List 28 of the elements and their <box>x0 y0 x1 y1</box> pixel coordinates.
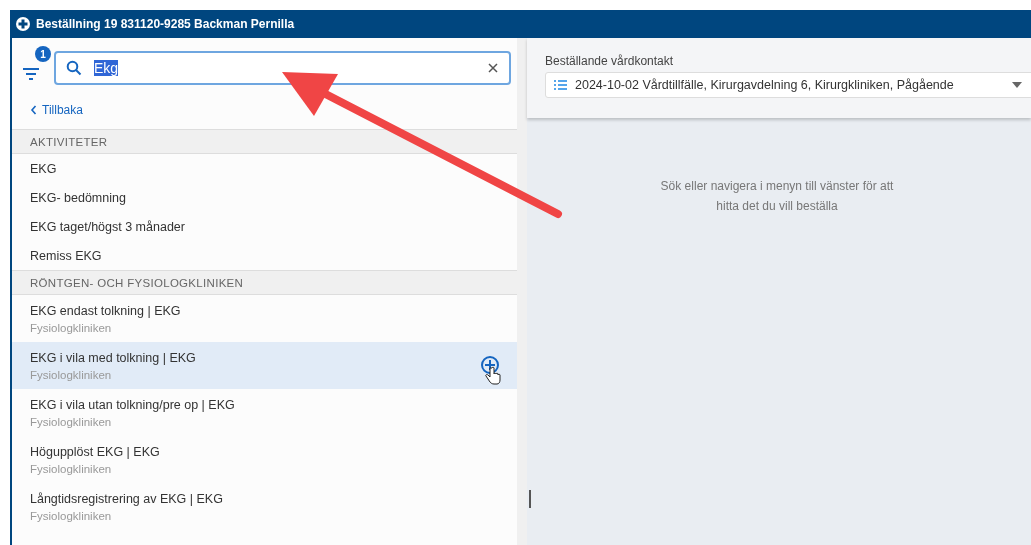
search-field[interactable]: Ekg <box>54 51 511 85</box>
list-item[interactable]: Högupplöst EKG | EKG Fysiologkliniken <box>12 436 517 483</box>
list-item[interactable]: EKG <box>12 154 517 183</box>
filter-count-badge: 1 <box>35 46 51 62</box>
chevron-left-icon <box>30 105 37 115</box>
scrollbar-track[interactable] <box>517 38 527 545</box>
filter-icon <box>22 67 40 81</box>
search-value: Ekg <box>94 60 119 76</box>
resize-handle[interactable] <box>529 490 531 508</box>
back-link[interactable]: Tillbaka <box>12 85 517 121</box>
clear-icon[interactable] <box>487 62 499 74</box>
list-item[interactable]: EKG i vila utan tolkning/pre op | EKG Fysiologkliniken <box>12 389 517 436</box>
empty-state-message: Sök eller navigera i menyn till vänster för att hitta det du vill beställa <box>659 178 895 215</box>
list-item[interactable]: Långtidsregistrering av EKG | EKG Fysiologkliniken <box>12 483 517 530</box>
plus-circle-icon <box>16 17 30 31</box>
caret-icon <box>1012 82 1022 88</box>
window-title: Beställning 19 831120-9285 Backman Pernilla <box>36 17 295 31</box>
section-header: RÖNTGEN- OCH FYSIOLOGKLINIKEN <box>12 270 517 295</box>
care-contact-dropdown[interactable]: 2024-10-02 Vårdtillfälle, Kirurgavdelning 6, Kirurgkliniken, Pågående <box>545 72 1031 98</box>
section-header: AKTIVITETER <box>12 129 517 154</box>
list-item[interactable]: Remiss EKG <box>12 241 517 270</box>
list-item[interactable]: EKG i vila med tolkning | EKG Fysiologkliniken <box>12 342 517 389</box>
list-icon <box>554 80 567 90</box>
list-item[interactable]: EKG taget/högst 3 månader <box>12 212 517 241</box>
field-label: Beställande vårdkontakt <box>545 54 675 68</box>
list-item[interactable]: EKG endast tolkning | EKG Fysiologkliniken <box>12 295 517 342</box>
list-item[interactable]: EKG- bedömning <box>12 183 517 212</box>
search-icon <box>66 60 82 76</box>
